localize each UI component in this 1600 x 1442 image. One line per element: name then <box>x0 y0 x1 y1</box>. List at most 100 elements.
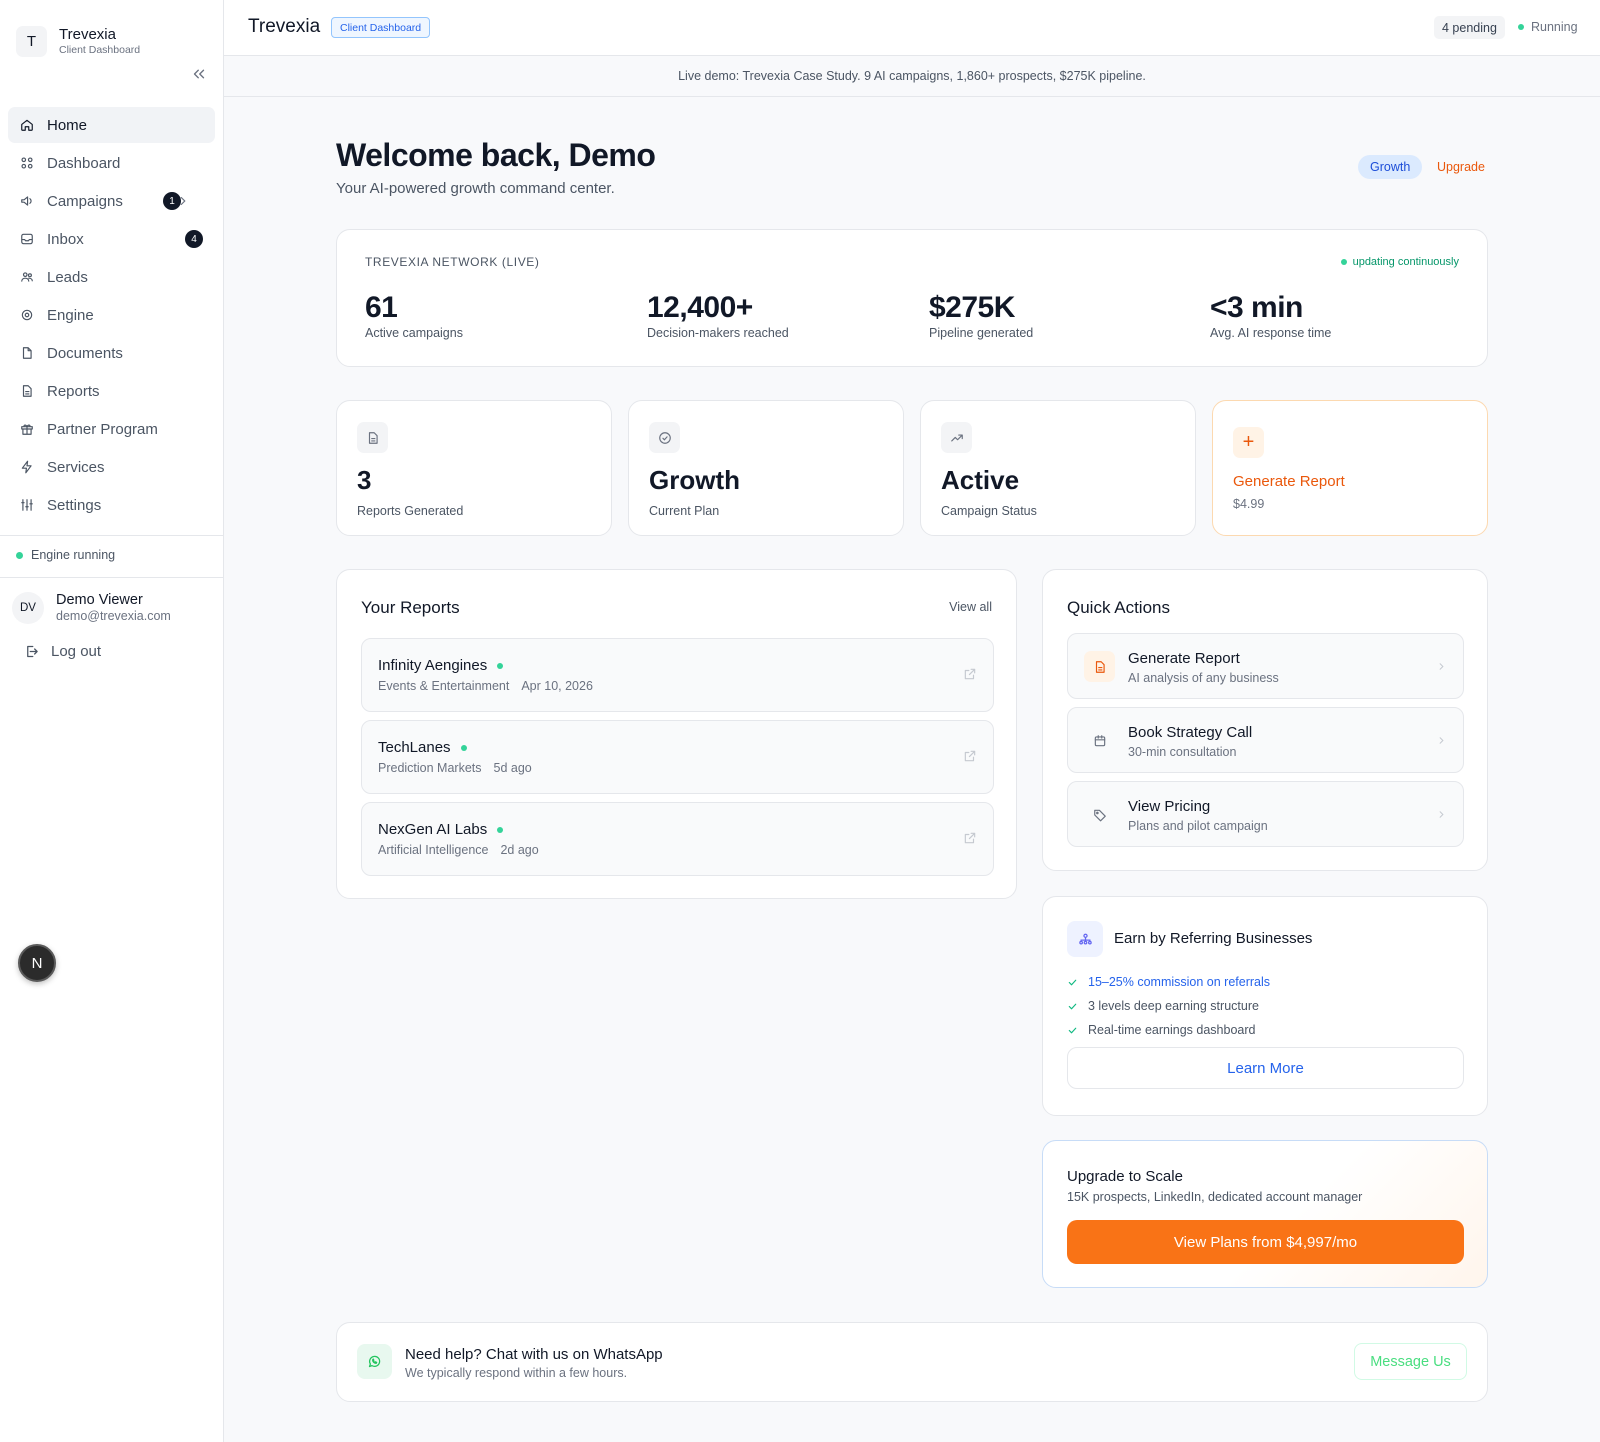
external-link-icon[interactable] <box>963 667 977 681</box>
sidebar-item-settings[interactable]: Settings <box>8 487 215 523</box>
sidebar-item-leads[interactable]: Leads <box>8 259 215 295</box>
quick-actions-card: Quick Actions Generate Report AI analysi… <box>1042 569 1488 871</box>
your-reports-card: Your Reports View all Infinity Aengines … <box>336 569 1017 899</box>
external-link-icon[interactable] <box>963 831 977 845</box>
network-icon <box>1067 921 1103 957</box>
quick-action-title: Generate Report <box>1128 650 1240 667</box>
generate-report-title: Generate Report <box>1233 473 1345 490</box>
quick-action-title: Book Strategy Call <box>1128 724 1253 741</box>
sidebar-item-reports[interactable]: Reports <box>8 373 215 409</box>
sidebar-item-documents[interactable]: Documents <box>8 335 215 371</box>
floating-n-badge[interactable]: N <box>18 944 56 982</box>
sidebar-item-label: Campaigns <box>47 192 123 210</box>
live-demo-banner: Live demo: Trevexia Case Study. 9 AI cam… <box>224 56 1600 97</box>
message-us-button[interactable]: Message Us <box>1354 1343 1467 1380</box>
sidebar-item-home[interactable]: Home <box>8 107 215 143</box>
generate-report-card[interactable]: + Generate Report $4.99 <box>1212 400 1488 536</box>
sidebar-item-label: Dashboard <box>47 154 121 172</box>
report-row[interactable]: TechLanes Prediction Markets 5d ago <box>361 720 994 794</box>
sidebar-divider <box>0 577 223 578</box>
sidebar-item-engine[interactable]: Engine <box>8 297 215 333</box>
quick-action-view-pricing[interactable]: View Pricing Plans and pilot campaign <box>1067 781 1464 847</box>
brand-logo: T <box>16 25 47 57</box>
brand-subtitle: Client Dashboard <box>59 43 141 56</box>
user-profile[interactable]: DV Demo Viewer demo@trevexia.com <box>12 592 171 624</box>
check-icon <box>1068 979 1077 985</box>
sidebar-item-label: Leads <box>47 268 88 286</box>
brand[interactable]: T Trevexia Client Dashboard <box>0 0 223 64</box>
network-stat-value: 12,400+ <box>647 291 753 324</box>
referral-benefit: Real-time earnings dashboard <box>1067 1023 1255 1037</box>
quick-action-generate-report[interactable]: Generate Report AI analysis of any busin… <box>1067 633 1464 699</box>
report-row[interactable]: Infinity Aengines Events & Entertainment… <box>361 638 994 712</box>
trending-up-icon <box>941 422 972 453</box>
status-dot <box>497 826 504 833</box>
document-icon <box>1084 651 1115 682</box>
view-plans-button[interactable]: View Plans from $4,997/mo <box>1067 1220 1464 1264</box>
network-stat-desc: Pipeline generated <box>929 326 1034 340</box>
learn-more-button[interactable]: Learn More <box>1067 1047 1464 1089</box>
status-dot <box>1340 259 1347 265</box>
status-dot <box>497 662 504 669</box>
welcome-subtitle: Your AI-powered growth command center. <box>336 180 615 197</box>
report-icon <box>22 385 32 397</box>
whatsapp-help-card: Need help? Chat with us on WhatsApp We t… <box>336 1322 1488 1402</box>
quick-action-sub: Plans and pilot campaign <box>1128 819 1268 833</box>
user-email: demo@trevexia.com <box>56 609 171 623</box>
sidebar-nav: Home Dashboard Campaigns 1 Inbox 4 Leads… <box>8 107 215 525</box>
referral-benefit-text: 15–25% commission on referrals <box>1088 975 1271 989</box>
report-category: Events & Entertainment <box>378 679 510 693</box>
inbox-icon <box>21 233 33 245</box>
sidebar-divider <box>0 535 223 536</box>
tag-icon <box>1084 799 1115 830</box>
running-label: Running <box>1531 20 1578 34</box>
user-name: Demo Viewer <box>56 592 143 608</box>
plus-icon: + <box>1233 427 1264 458</box>
sliders-icon <box>21 499 33 511</box>
external-link-icon[interactable] <box>963 749 977 763</box>
upgrade-link[interactable]: Upgrade <box>1437 160 1485 174</box>
sidebar-item-inbox[interactable]: Inbox 4 <box>8 221 215 257</box>
bolt-icon <box>21 460 32 474</box>
sidebar-item-label: Engine <box>47 306 94 324</box>
network-stat: 61 Active campaigns <box>365 290 463 340</box>
report-date: 2d ago <box>500 843 539 857</box>
report-date: Apr 10, 2026 <box>521 679 593 693</box>
quick-action-sub: AI analysis of any business <box>1128 671 1279 685</box>
network-stat: $275K Pipeline generated <box>929 290 1033 340</box>
status-dot <box>1518 24 1524 30</box>
topbar: Trevexia Client Dashboard 4 pending Runn… <box>224 0 1600 56</box>
report-name: TechLanes <box>378 739 451 756</box>
quick-action-book-call[interactable]: Book Strategy Call 30-min consultation <box>1067 707 1464 773</box>
network-stat-value: $275K <box>929 291 1015 324</box>
sidebar-item-services[interactable]: Services <box>8 449 215 485</box>
sidebar-item-dashboard[interactable]: Dashboard <box>8 145 215 181</box>
running-status: Running <box>1518 20 1578 34</box>
avatar: DV <box>12 592 44 624</box>
users-icon <box>21 272 33 282</box>
whatsapp-icon <box>357 1344 392 1379</box>
report-category: Artificial Intelligence <box>378 843 489 857</box>
quick-action-title: View Pricing <box>1128 798 1211 815</box>
inbox-count-badge: 4 <box>185 230 203 248</box>
logout-button[interactable]: Log out <box>24 643 101 660</box>
cog-icon <box>21 309 33 321</box>
collapse-sidebar-icon[interactable] <box>190 65 208 83</box>
report-row[interactable]: NexGen AI Labs Artificial Intelligence 2d… <box>361 802 994 876</box>
sidebar-item-label: Partner Program <box>47 420 158 438</box>
file-icon <box>22 347 32 359</box>
quick-action-sub: 30-min consultation <box>1128 745 1237 759</box>
chevron-right-icon[interactable] <box>176 194 190 208</box>
check-icon <box>1068 1003 1077 1009</box>
stat-desc: Campaign Status <box>941 504 1037 518</box>
network-stat-desc: Decision-makers reached <box>647 326 789 340</box>
gift-icon <box>21 424 33 435</box>
reports-generated-card: 3 Reports Generated <box>336 400 612 536</box>
sidebar-item-partner-program[interactable]: Partner Program <box>8 411 215 447</box>
stat-value: Active <box>941 465 1020 495</box>
view-all-link[interactable]: View all <box>949 600 992 614</box>
referral-benefit: 3 levels deep earning structure <box>1067 999 1259 1013</box>
current-plan-card: Growth Current Plan <box>628 400 904 536</box>
sidebar-item-campaigns[interactable]: Campaigns 1 <box>8 183 215 219</box>
pending-badge[interactable]: 4 pending <box>1434 16 1505 39</box>
